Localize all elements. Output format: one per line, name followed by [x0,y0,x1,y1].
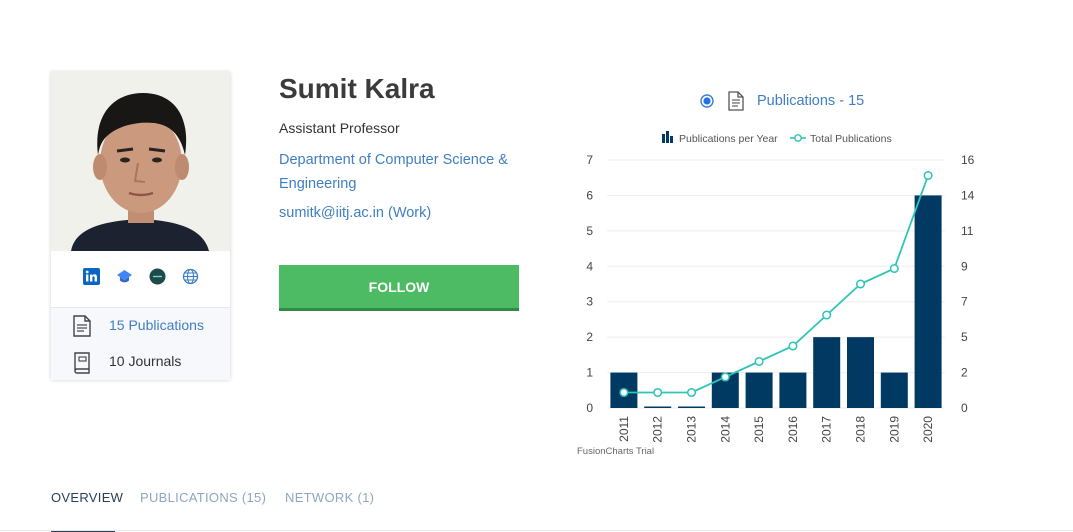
scholar-cap-icon[interactable] [115,267,134,286]
line-point-2012 [653,387,663,398]
bar-2015 [745,372,773,408]
bar-2016 [779,372,807,408]
y-right-tick-label: 2 [961,366,968,380]
bar-2013 [678,406,705,408]
x-tick-label-2015: 2015 [752,416,766,443]
department-link[interactable]: Department of Computer Science & Enginee… [279,148,529,196]
bar-2018 [847,337,874,408]
globe-icon[interactable] [181,267,200,286]
x-tick-label-2014: 2014 [718,416,732,443]
publications-chart: Publications per Year Total Publications 0… [577,131,975,457]
x-tick-label-2011: 2011 [617,416,631,442]
email-link[interactable]: sumitk@iitj.ac.in (Work) [279,205,431,221]
bar-2012 [644,406,672,408]
y-right-tick-label: 16 [961,153,975,167]
profile-photo [51,71,230,251]
tab-network[interactable]: NETWORK (1) [285,490,374,505]
chart-header-label[interactable]: Publications - 15 [757,93,864,109]
journals-stat: 10 Journals [51,344,230,380]
y-left-tick-label: 4 [586,259,593,273]
line-point-2016 [788,341,798,351]
journals-count: 10 Journals [109,353,182,369]
x-tick-label-2019: 2019 [887,416,901,443]
y-left-tick-label: 6 [586,188,593,202]
x-tick-label-2016: 2016 [786,416,800,443]
y-left-tick-label: 2 [586,330,593,344]
x-tick-label-2012: 2012 [651,416,665,443]
profile-card: 15 Publications 10 Journals [51,71,230,380]
tab-publications[interactable]: PUBLICATIONS (15) [140,490,266,505]
y-right-tick-label: 5 [961,330,968,344]
y-right-tick-label: 9 [961,259,968,273]
bar-2017 [813,337,841,408]
y-left-tick-label: 0 [586,401,593,415]
social-links [51,267,230,289]
legend-label-line: Total Publications [810,133,892,145]
chart-legend: Publications per Year Total Publications [662,131,892,145]
chart-watermark: FusionCharts Trial [577,446,654,457]
profile-role: Assistant Professor [279,120,400,136]
x-tick-label-2020: 2020 [921,416,935,443]
total-publications-line [623,175,929,394]
y-right-tick-label: 7 [961,295,968,309]
bar-2019 [880,372,908,408]
publications-count[interactable]: 15 Publications [109,317,204,333]
legend-line-marker [794,134,802,142]
legend-bar-swatch [670,136,673,143]
y-right-tick-label: 14 [961,188,975,202]
line-point-2020 [923,170,933,181]
line-point-2019 [889,263,899,274]
y-right-tick-label: 0 [961,401,968,415]
profile-stats: 15 Publications 10 Journals [51,307,230,380]
line-point-2017 [822,310,832,320]
legend-bar-swatch [662,134,665,143]
line-point-2015 [754,356,764,367]
line-point-2011 [619,387,629,398]
document-icon [727,91,745,111]
line-point-2018 [855,279,866,289]
tab-overview[interactable]: OVERVIEW [51,490,123,505]
x-tick-label-2017: 2017 [820,416,834,443]
legend-label-bars: Publications per Year [679,133,778,145]
book-icon [71,350,93,374]
y-left-tick-label: 5 [586,224,593,238]
follow-button[interactable]: FOLLOW [279,265,519,311]
legend-bar-swatch [666,131,669,143]
bar-2020 [914,195,942,408]
y-right-tick-label: 11 [961,224,974,238]
researchgate-icon[interactable] [148,267,167,286]
chart-header: Publications - 15 [700,90,864,112]
profile-name: Sumit Kalra [279,73,435,104]
y-left-tick-label: 3 [586,295,593,309]
radio-selected-icon[interactable] [700,94,714,108]
tabs-divider [0,530,1073,531]
line-point-2013 [686,387,697,398]
document-icon [71,314,93,338]
x-tick-label-2018: 2018 [854,416,868,443]
x-tick-label-2013: 2013 [685,416,699,443]
line-point-2014 [720,372,730,382]
linkedin-icon[interactable] [82,267,101,286]
y-left-tick-label: 1 [586,366,593,380]
y-left-tick-label: 7 [586,153,593,167]
publications-stat[interactable]: 15 Publications [51,308,230,344]
